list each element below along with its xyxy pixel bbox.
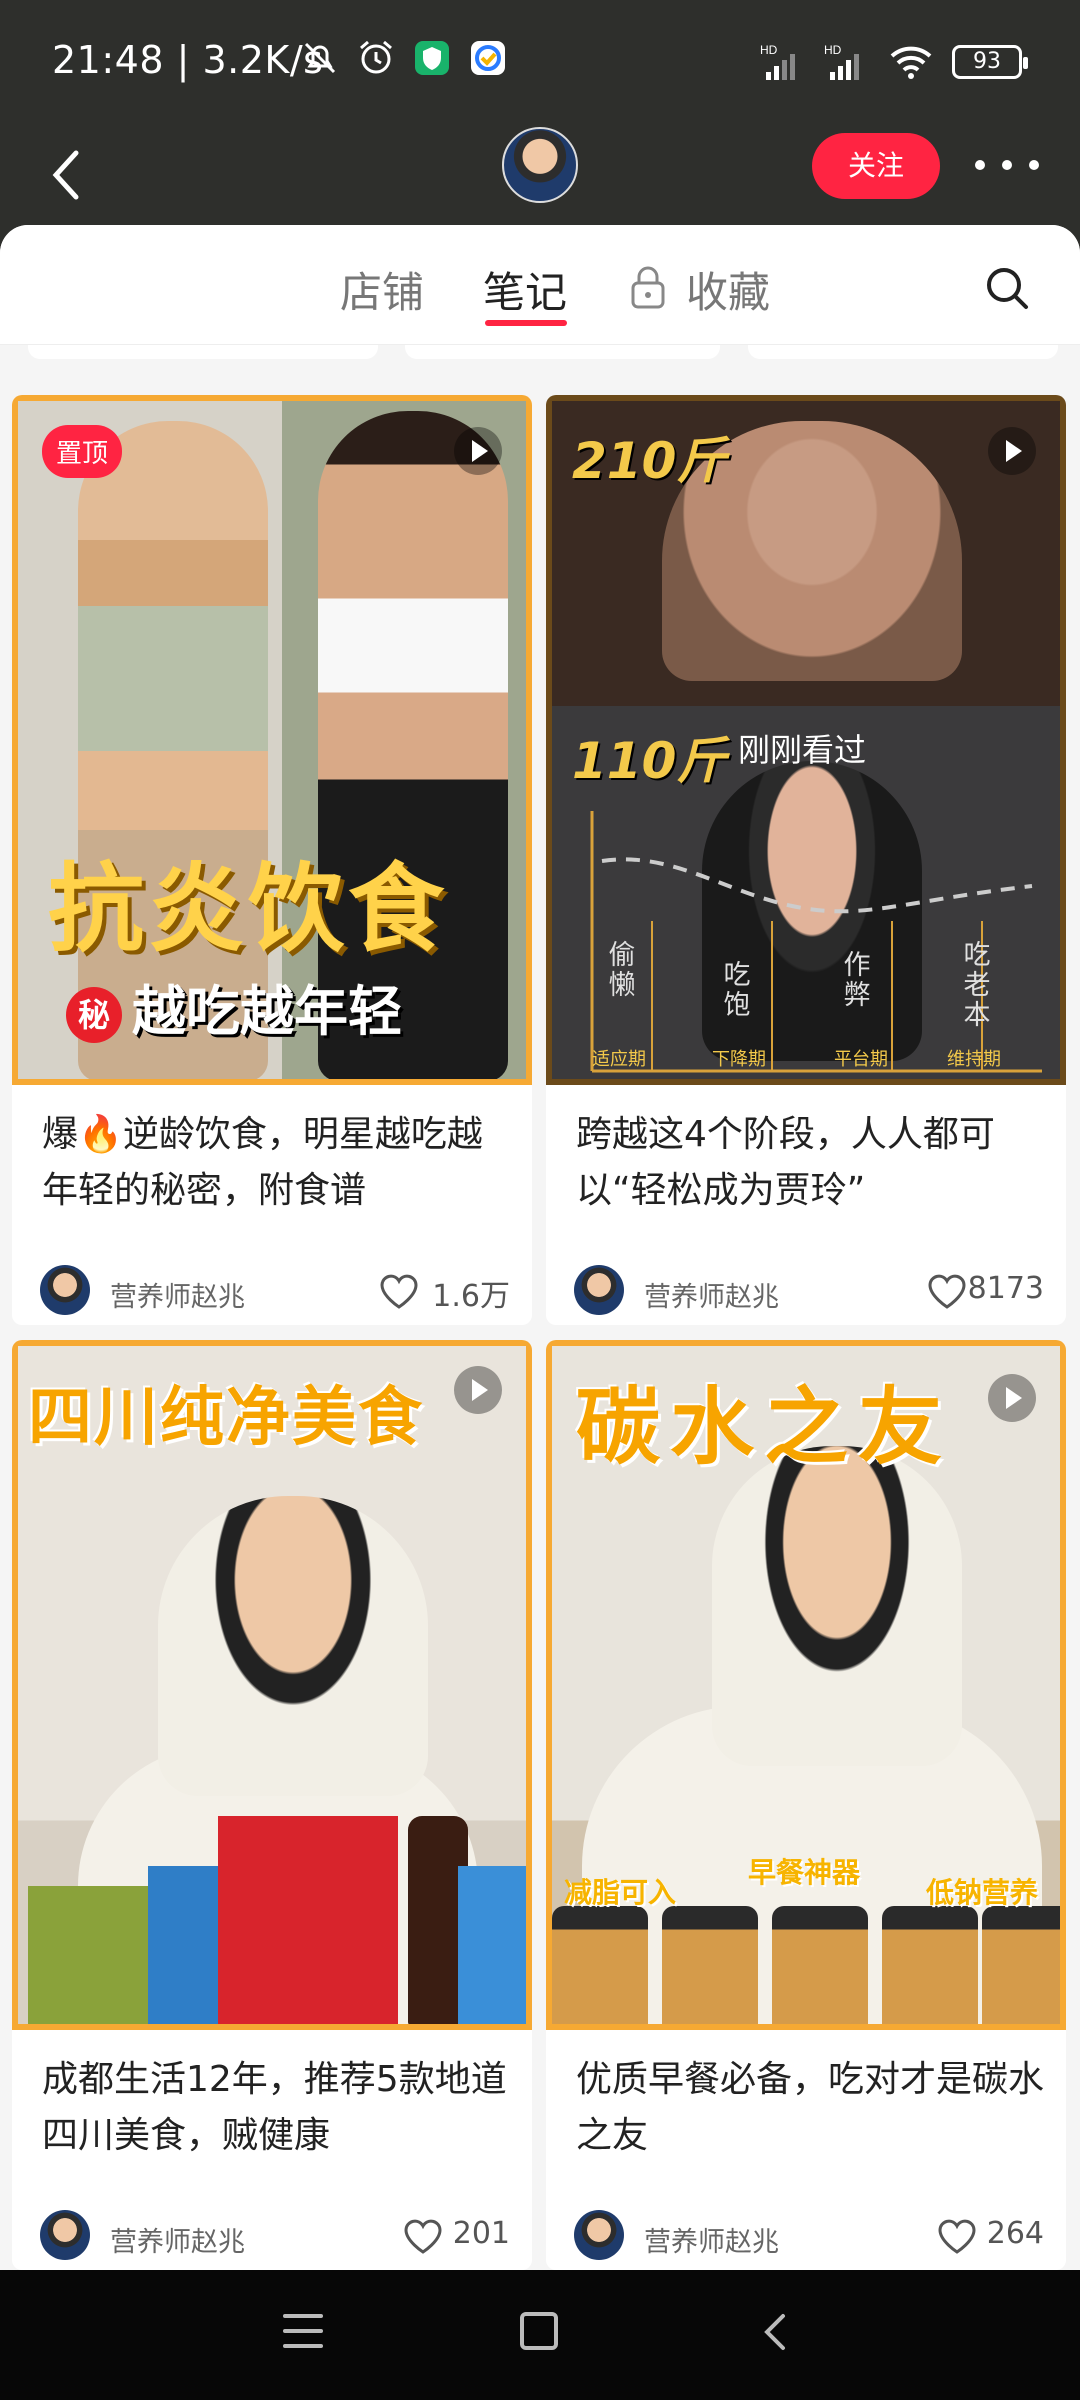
phase-axis-label: 平台期 (834, 1049, 888, 1070)
phase-label: 作弊 (843, 950, 871, 1011)
tab-bar: 店铺 笔记 收藏 (0, 225, 1080, 345)
note-meta: 营养师赵兆 264 (574, 2210, 1044, 2266)
tab-active-indicator (485, 320, 567, 326)
like-count: 264 (986, 2216, 1044, 2251)
battery-indicator: 93 (952, 45, 1028, 79)
note-cover-image[interactable]: 210斤 110斤 刚刚看过 偷懒 吃饱 作弊 吃老本 适应期 下降期 平台期 … (546, 395, 1066, 1085)
profile-header: 关注 (0, 125, 1080, 235)
note-meta: 营养师赵兆 1.6万 (40, 1265, 510, 1321)
recently-viewed-label: 刚刚看过 (738, 731, 867, 769)
signal-hd-icon-2: HD (824, 43, 859, 80)
heart-icon[interactable] (378, 1271, 420, 1311)
content-sheet: 店铺 笔记 收藏 置顶 抗炎饮食 秘越吃越年轻 爆🔥逆龄饮食，明星越吃越年轻的秘… (0, 225, 1080, 2270)
phase-axis-label: 适应期 (592, 1049, 646, 1070)
product-label: 低钠营养 (926, 1876, 1039, 1909)
lock-icon (631, 266, 665, 309)
note-title[interactable]: 跨越这4个阶段，人人都可以“轻松成为贾玲” (576, 1107, 1046, 1219)
author-avatar[interactable] (40, 1265, 90, 1315)
svg-text:HD: HD (760, 43, 778, 57)
note-title[interactable]: 优质早餐必备，吃对才是碳水之友 (576, 2052, 1046, 2164)
heart-icon[interactable] (926, 1271, 968, 1311)
battery-level: 93 (973, 49, 1001, 74)
search-icon[interactable] (982, 263, 1032, 313)
note-card[interactable]: 210斤 110斤 刚刚看过 偷懒 吃饱 作弊 吃老本 适应期 下降期 平台期 … (546, 395, 1066, 1325)
cover-subcaption: 秘越吃越年轻 (66, 967, 402, 1046)
weight-label-top: 210斤 (572, 432, 727, 490)
like-count: 1.6万 (432, 1279, 510, 1314)
cover-subcaption-text: 越吃越年轻 (132, 980, 402, 1043)
phase-label: 偷懒 (608, 940, 636, 1001)
heart-icon[interactable] (936, 2216, 978, 2256)
weight-label-mid: 110斤 (572, 732, 727, 790)
product-label: 早餐神器 (748, 1856, 861, 1889)
avatar[interactable] (502, 127, 578, 203)
previous-row-edge (0, 345, 1080, 365)
more-options-icon[interactable] (975, 140, 1039, 190)
note-card[interactable]: 四川纯净美食 成都生活12年，推荐5款地道四川美食，贼健康 营养师赵兆 201 (12, 1340, 532, 2270)
video-play-icon (988, 427, 1036, 475)
status-time: 21:48 | 3.2K/s (52, 38, 324, 82)
note-title[interactable]: 成都生活12年，推荐5款地道四川美食，贼健康 (42, 2052, 512, 2164)
note-meta: 营养师赵兆 201 (40, 2210, 510, 2266)
check-app-icon (471, 41, 505, 75)
svg-text:HD: HD (824, 43, 842, 57)
status-bar: 21:48 | 3.2K/s HD HD 93 (0, 0, 1080, 125)
author-avatar[interactable] (40, 2210, 90, 2260)
video-play-icon (454, 1366, 502, 1414)
tab-favorites[interactable]: 收藏 (686, 259, 770, 320)
author-avatar[interactable] (574, 1265, 624, 1315)
author-avatar[interactable] (574, 2210, 624, 2260)
wifi-icon (890, 46, 932, 79)
author-name[interactable]: 营养师赵兆 (110, 1275, 245, 1314)
author-name[interactable]: 营养师赵兆 (644, 1275, 779, 1314)
author-name[interactable]: 营养师赵兆 (110, 2220, 245, 2259)
signal-hd-icon: HD (760, 43, 795, 80)
note-cover-image[interactable]: 碳水之友 减脂可入 早餐神器 低钠营养 (546, 1340, 1066, 2030)
author-name[interactable]: 营养师赵兆 (644, 2220, 779, 2259)
mute-bell-icon (304, 42, 336, 74)
heart-icon[interactable] (402, 2216, 444, 2256)
phase-label: 吃老本 (963, 940, 991, 1031)
note-cover-image[interactable]: 置顶 抗炎饮食 秘越吃越年轻 (12, 395, 532, 1085)
video-play-icon (454, 427, 502, 475)
recent-apps-icon[interactable] (283, 2314, 323, 2350)
pinned-badge: 置顶 (42, 425, 123, 478)
note-meta: 营养师赵兆 8173 (574, 1265, 1044, 1321)
note-title[interactable]: 爆🔥逆龄饮食，明星越吃越年轻的秘密，附食谱 (42, 1107, 512, 1219)
shield-app-icon (415, 41, 449, 75)
note-card[interactable]: 碳水之友 减脂可入 早餐神器 低钠营养 优质早餐必备，吃对才是碳水之友 营养师赵… (546, 1340, 1066, 2270)
video-play-icon (988, 1374, 1036, 1422)
cover-caption: 四川纯净美食 (28, 1381, 424, 1455)
product-label: 减脂可入 (564, 1876, 677, 1909)
tab-shop[interactable]: 店铺 (340, 259, 424, 320)
tab-notes[interactable]: 笔记 (483, 259, 567, 320)
like-count: 201 (452, 2216, 510, 2251)
phase-axis-label: 下降期 (712, 1049, 766, 1070)
phase-axis-label: 维持期 (947, 1049, 1001, 1070)
cover-caption: 抗炎饮食 (48, 853, 448, 965)
home-icon[interactable] (520, 2312, 558, 2350)
phase-label: 吃饱 (723, 960, 751, 1021)
phase-chart: 偷懒 吃饱 作弊 吃老本 适应期 下降期 平台期 维持期 (572, 801, 1052, 1079)
system-back-icon[interactable] (755, 2310, 799, 2354)
alarm-icon (360, 40, 392, 74)
follow-button[interactable]: 关注 (812, 133, 940, 199)
like-count: 8173 (967, 1271, 1044, 1306)
back-arrow-icon[interactable] (40, 135, 100, 215)
cover-caption: 碳水之友 (576, 1378, 953, 1476)
system-nav-bar (0, 2270, 1080, 2400)
note-card[interactable]: 置顶 抗炎饮食 秘越吃越年轻 爆🔥逆龄饮食，明星越吃越年轻的秘密，附食谱 营养师… (12, 395, 532, 1325)
secret-badge: 秘 (66, 987, 122, 1044)
note-cover-image[interactable]: 四川纯净美食 (12, 1340, 532, 2030)
clock-text: 21:48 (52, 38, 165, 82)
